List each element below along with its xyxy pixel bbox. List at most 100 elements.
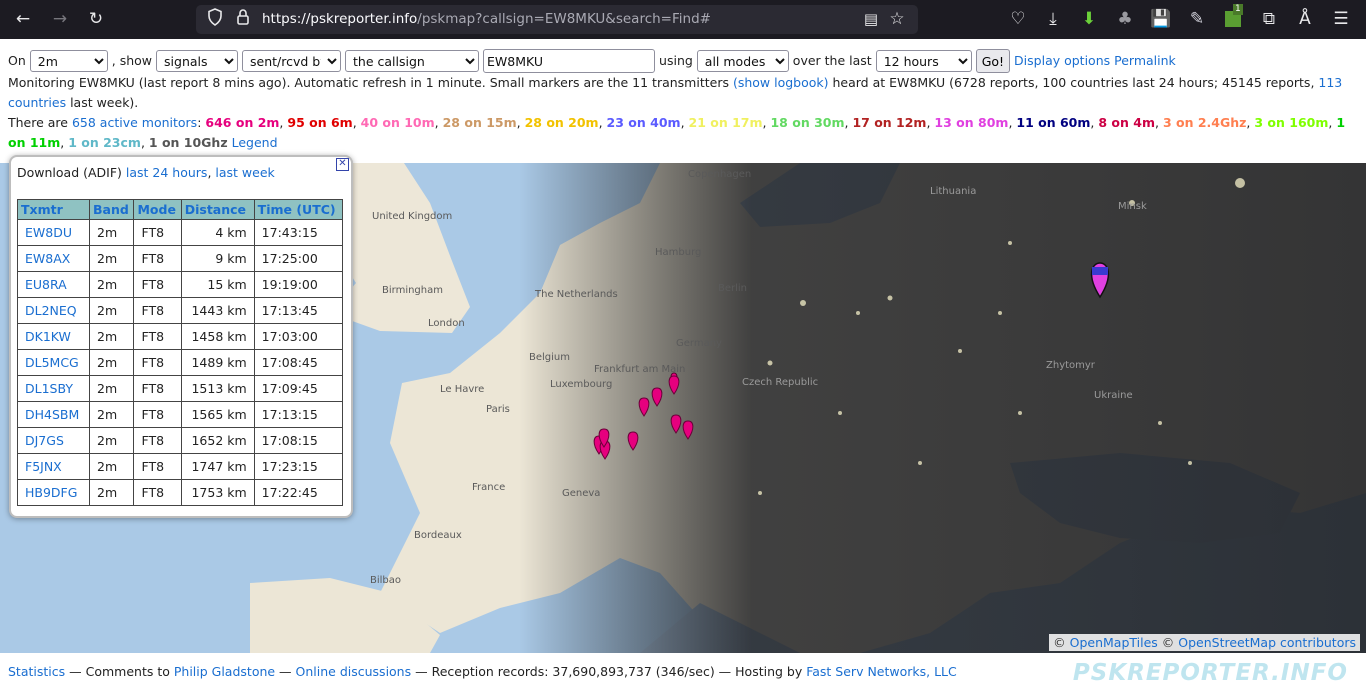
band-cell: 2m [88,323,135,350]
band-separator: , [140,135,149,150]
mode-cell: FT8 [133,271,182,298]
callsign-link[interactable]: EW8AX [17,245,90,272]
callsign-link[interactable]: DJ7GS [17,427,90,454]
forward-icon[interactable]: → [49,8,71,30]
status-part3: last week). [66,95,139,110]
bookmark-star-icon[interactable]: ☆ [886,8,908,30]
map-label: Bordeaux [414,530,462,541]
callsign-input[interactable] [483,49,656,73]
callsign-link[interactable]: DH4SBM [17,401,90,428]
philip-gladstone-link[interactable]: Philip Gladstone [174,664,275,679]
column-header[interactable]: Mode [133,199,182,220]
permalink-link[interactable]: Permalink [1114,51,1176,71]
band-separator: , [516,115,525,130]
back-icon[interactable]: ← [12,8,34,30]
band-cell: 2m [88,349,135,376]
downloads-icon[interactable]: ⤓ [1042,8,1064,30]
url-text[interactable]: https://pskreporter.info/pskmap?callsign… [262,5,711,34]
transmitter-table: Txmtr Band Mode Distance Time (UTC) EW8DU 2m F… [17,199,344,506]
pen-icon[interactable]: ✎ [1186,8,1208,30]
menu-icon[interactable]: ☰ [1330,8,1352,30]
openmaptiles-link[interactable]: OpenMapTiles [1070,635,1158,650]
callsign-link[interactable]: DL2NEQ [17,297,90,324]
save-disk-icon[interactable]: 💾 [1150,8,1172,30]
go-button[interactable]: Go! [975,49,1011,73]
lock-icon[interactable] [232,8,254,30]
direction-select[interactable]: sent/rcvd by [242,50,342,72]
show-logbook-link[interactable]: (show logbook) [733,75,829,90]
time-cell: 17:03:00 [253,323,344,350]
band-separator: , [598,115,607,130]
column-header[interactable]: Distance [180,199,255,220]
reader-view-icon[interactable]: ▤ [860,8,882,30]
band-separator: , [680,115,689,130]
mode-cell: FT8 [133,323,182,350]
url-bar[interactable]: https://pskreporter.info/pskmap?callsign… [196,5,918,34]
last-week-link[interactable]: last week [215,165,274,180]
map-label: Ukraine [1094,390,1133,401]
column-header[interactable]: Time (UTC) [253,199,344,220]
shield-icon[interactable] [204,8,226,30]
map-label: Lithuania [930,186,976,197]
map-label: Frankfurt am Main [594,364,685,375]
target-select[interactable]: the callsign [345,50,480,72]
callsign-link[interactable]: F5JNX [17,453,90,480]
callsign-link[interactable]: DL5MCG [17,349,90,376]
table-row: EU8RA 2m FT8 15 km 19:19:00 [17,271,344,298]
column-header[interactable]: Band [88,199,135,220]
translate-icon[interactable]: Å [1294,8,1316,30]
pskreporter-logo[interactable]: PSKREPORTER.INFO [1073,660,1348,686]
show-select[interactable]: signals [156,50,239,72]
footer: Statistics — Comments to Philip Gladston… [8,664,957,680]
extension-badge-icon[interactable]: 1 [1222,4,1244,30]
callsign-link[interactable]: EU8RA [17,271,90,298]
online-discussions-link[interactable]: Online discussions [296,664,412,679]
mode-cell: FT8 [133,349,182,376]
mode-cell: FT8 [133,245,182,272]
transmitter-popup: ✕ Download (ADIF) last 24 hours, last we… [9,155,353,518]
map-label: Belgium [529,352,570,363]
openstreetmap-link[interactable]: OpenStreetMap contributors [1178,635,1356,650]
pocket-icon[interactable]: ♡ [1007,8,1029,30]
table-row: EW8DU 2m FT8 4 km 17:43:15 [17,219,344,246]
callsign-link[interactable]: DK1KW [17,323,90,350]
extension-download-icon[interactable]: ⬇ [1078,8,1100,30]
active-monitors-link[interactable]: 658 active monitors [72,115,197,130]
using-label: using [659,53,693,68]
over-label: over the last [792,53,872,68]
mode-cell: FT8 [133,297,182,324]
mode-cell: FT8 [133,219,182,246]
reload-icon[interactable]: ↻ [85,8,107,30]
table-row: DJ7GS 2m FT8 1652 km 17:08:15 [17,427,344,454]
band-cell: 2m [88,401,135,428]
band-cell: 2m [88,271,135,298]
display-options-link[interactable]: Display options [1014,51,1110,71]
band-select[interactable]: 2m [29,50,108,72]
map-label: Luxembourg [550,379,612,390]
band-counts: 646 on 2m, 95 on 6m, 40 on 10m, 28 on 15… [8,115,1345,150]
close-icon[interactable]: ✕ [336,158,349,171]
extensions-icon[interactable]: ⧉ [1258,8,1280,30]
callsign-link[interactable]: HB9DFG [17,479,90,506]
distance-cell: 4 km [180,219,255,246]
time-cell: 17:25:00 [253,245,344,272]
distance-cell: 15 km [180,271,255,298]
mode-select[interactable]: all modes [696,50,789,72]
band-count: 1 on 23cm [68,135,141,150]
band-cell: 2m [88,427,135,454]
map-label: Geneva [562,488,600,499]
column-header[interactable]: Txmtr [17,199,90,220]
callsign-link[interactable]: EW8DU [17,219,90,246]
callsign-link[interactable]: DL1SBY [17,375,90,402]
distance-cell: 9 km [180,245,255,272]
last-24-hours-link[interactable]: last 24 hours [126,165,208,180]
period-select[interactable]: 12 hours [875,50,972,72]
extension-puzzle-icon[interactable]: ♣ [1114,8,1136,30]
map-label: Le Havre [440,384,484,395]
legend-link[interactable]: Legend [232,135,278,150]
fast-serv-link[interactable]: Fast Serv Networks, LLC [806,664,957,679]
distance-cell: 1513 km [180,375,255,402]
band-count: 646 on 2m [205,115,280,130]
statistics-link[interactable]: Statistics [8,664,65,679]
mode-cell: FT8 [133,375,182,402]
